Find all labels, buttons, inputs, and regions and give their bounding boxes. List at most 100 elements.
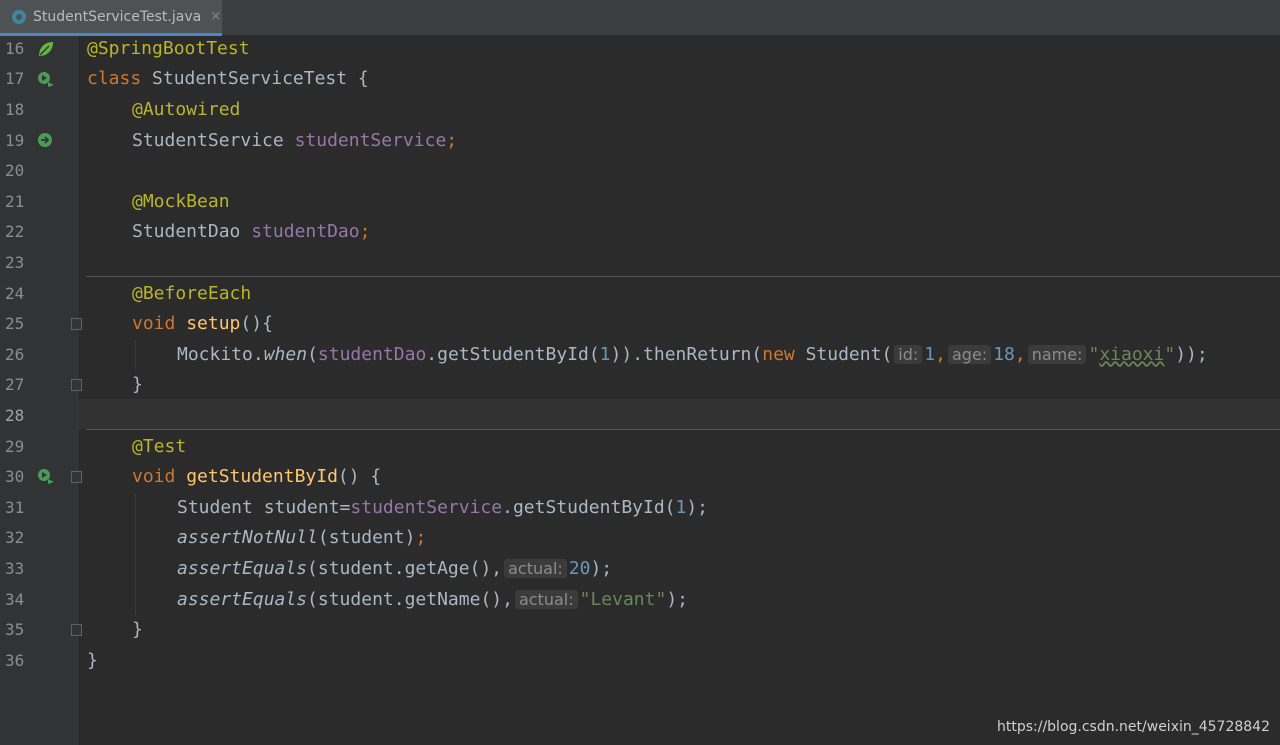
line-number: 31: [5, 497, 25, 517]
parameter-hint: id:: [894, 344, 923, 364]
comma: ,: [1014, 343, 1026, 365]
code-text: (){: [240, 313, 273, 335]
parameter-hint: actual:: [504, 559, 567, 578]
run-test-class-icon[interactable]: [37, 70, 55, 88]
comma: ,: [935, 343, 946, 365]
code-text: (student): [317, 527, 416, 549]
code-text: }: [132, 374, 143, 396]
field-name: studentService: [294, 129, 447, 151]
keyword: class: [87, 68, 142, 90]
method-name: assertEquals: [177, 588, 308, 610]
annotation: @BeforeEach: [132, 282, 252, 304]
field-name: studentDao: [317, 343, 427, 365]
string-literal: "Levant": [579, 588, 667, 610]
line-number: 21: [5, 191, 25, 211]
code-line-18: @Autowired: [132, 95, 240, 126]
run-test-method-icon[interactable]: [37, 467, 55, 485]
line-number: 16: [5, 38, 25, 58]
type-name: StudentDao: [132, 221, 252, 243]
field-name: studentDao: [251, 221, 360, 243]
editor-tab-bar: StudentServiceTest.java ×: [0, 0, 1280, 36]
number-literal: 1: [924, 343, 936, 365]
code-text: }: [132, 619, 143, 641]
keyword: void: [132, 466, 176, 488]
code-line-27: }: [132, 370, 143, 401]
type-name: StudentService: [132, 129, 295, 151]
watermark: https://blog.csdn.net/weixin_45728842: [996, 719, 1270, 735]
line-number: 27: [5, 375, 25, 395]
line-number: 30: [5, 467, 25, 487]
line-number: 19: [5, 130, 25, 150]
tab-label: StudentServiceTest.java: [33, 8, 202, 25]
line-number: 34: [5, 589, 25, 609]
code-text: StudentServiceTest {: [141, 68, 369, 90]
code-text: .getStudentById(: [426, 343, 600, 365]
code-line-33: assertEquals(student.getAge(), actual: 20)…: [177, 554, 612, 585]
code-line-17: class StudentServiceTest {: [87, 64, 369, 95]
keyword: new: [762, 343, 795, 365]
parameter-hint: age:: [947, 344, 992, 364]
code-line-32: assertNotNull(student);: [177, 523, 426, 554]
line-number: 35: [5, 620, 25, 640]
code-line-36: }: [87, 646, 98, 677]
code-line-29: @Test: [132, 432, 186, 463]
spring-bean-icon[interactable]: [37, 40, 55, 58]
code-line-25: void setup(){: [132, 309, 273, 340]
line-number: 36: [5, 650, 25, 670]
line-number: 29: [5, 436, 25, 456]
line-number: 22: [5, 222, 25, 242]
semicolon: ;: [415, 527, 427, 549]
line-number: 33: [5, 559, 25, 578]
tab-student-service-test[interactable]: StudentServiceTest.java ×: [0, 0, 222, 36]
line-number: 18: [5, 100, 25, 119]
parameter-hint: name:: [1027, 344, 1087, 364]
code-text: );: [590, 558, 613, 579]
method-name: assertNotNull: [177, 527, 318, 549]
code-line-24: @BeforeEach: [132, 279, 251, 310]
field-name: studentService: [350, 496, 503, 518]
number-literal: 20: [568, 558, 591, 579]
code-text: () {: [337, 466, 382, 488]
parameter-hint: actual:: [514, 589, 578, 609]
code-line-19: StudentService studentService;: [132, 126, 457, 157]
string-literal: xiaoxi: [1099, 343, 1165, 365]
autowired-navigate-icon[interactable]: [37, 131, 55, 149]
close-icon[interactable]: ×: [210, 9, 221, 24]
code-editor[interactable]: @SpringBootTest class StudentServiceTest…: [78, 36, 1280, 745]
code-text: );: [686, 496, 709, 518]
number-literal: 1: [675, 496, 687, 518]
code-line-22: StudentDao studentDao;: [132, 217, 370, 248]
code-text: .getStudentById(: [502, 496, 676, 518]
number-literal: 1: [599, 343, 611, 365]
line-number: 23: [5, 253, 25, 272]
code-line-26: Mockito.when(studentDao.getStudentById(1…: [177, 340, 1208, 371]
method-name: assertEquals: [177, 558, 308, 579]
line-number: 26: [5, 344, 25, 364]
annotation: @Autowired: [132, 99, 241, 120]
code-text: )).thenReturn(: [610, 343, 763, 365]
method-name: getStudentById: [186, 466, 338, 488]
semicolon: ;: [446, 129, 458, 151]
code-line-34: assertEquals(student.getName(), actual: "L…: [177, 585, 688, 616]
line-number: 28: [5, 406, 25, 425]
line-number: 25: [5, 314, 25, 334]
annotation: @Test: [132, 435, 187, 457]
line-number: 20: [5, 161, 25, 181]
code-line-16: @SpringBootTest: [87, 34, 250, 65]
code-text: Mockito.: [177, 343, 264, 365]
code-text: (student.getAge(),: [307, 558, 503, 579]
code-line-30: void getStudentById() {: [132, 462, 381, 493]
line-number: 24: [5, 283, 25, 303]
java-class-icon: [12, 9, 26, 24]
code-text: );: [666, 588, 688, 610]
annotation: @SpringBootTest: [87, 37, 250, 59]
code-text: ));: [1175, 343, 1208, 365]
code-text: (student.getName(),: [307, 588, 513, 610]
line-number: 17: [5, 69, 25, 89]
annotation: @MockBean: [132, 190, 230, 212]
method-name: setup: [186, 313, 241, 335]
line-number: 32: [5, 528, 25, 548]
code-text: (: [307, 343, 318, 365]
code-text: }: [87, 649, 98, 671]
method-name: when: [263, 343, 308, 365]
